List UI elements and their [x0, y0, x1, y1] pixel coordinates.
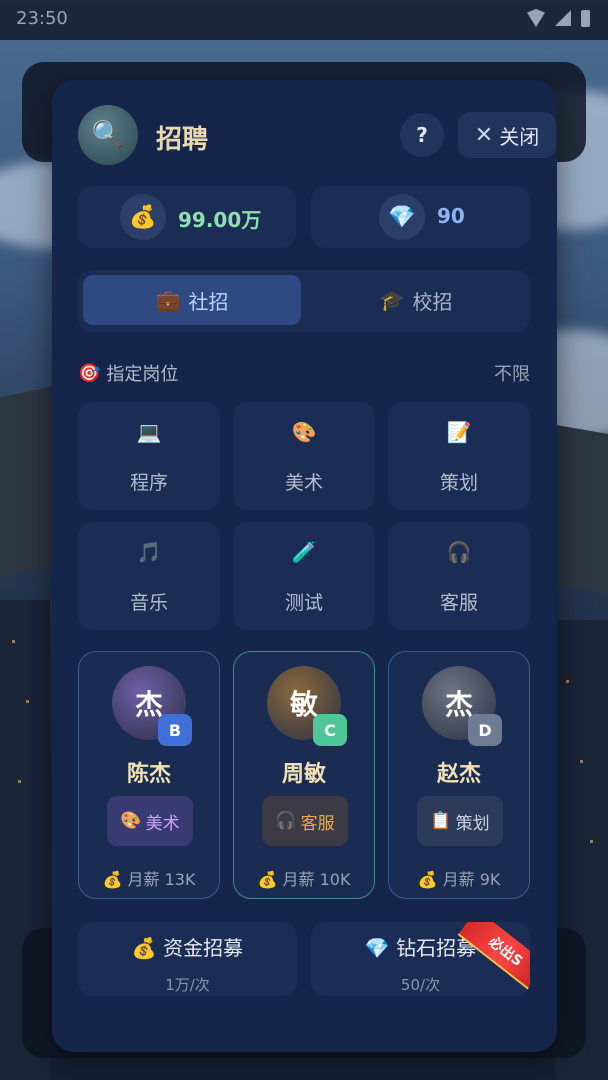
- candidate-name: 赵杰: [436, 762, 481, 787]
- dialog-header: 🔍 招聘 ? ✕ 关闭: [78, 105, 556, 165]
- job-support[interactable]: 🎧 客服: [388, 522, 530, 630]
- tab-social[interactable]: 💼 社招: [83, 275, 301, 325]
- laptop-icon: 💻: [136, 420, 162, 444]
- dialog-title: 招聘: [156, 125, 209, 155]
- money-recruit-button[interactable]: 💰 资金招募 1万/次: [78, 922, 297, 996]
- close-label: 关闭: [499, 124, 540, 149]
- diamond-balance: 💎 90: [311, 186, 530, 248]
- headphones-icon: 🎧: [446, 540, 472, 564]
- grade-badge: D: [468, 714, 502, 746]
- close-icon: ✕: [474, 122, 494, 148]
- job-label: 客服: [439, 592, 478, 614]
- grade-badge: B: [158, 714, 192, 746]
- skill-badge: 🎧 客服: [262, 796, 348, 846]
- candidate-name: 陈杰: [126, 762, 171, 787]
- candidate-card[interactable]: 敏 C 周敏 🎧 客服 💰 月薪 10K: [233, 651, 375, 899]
- test-tube-icon: 🧪: [291, 540, 317, 564]
- target-icon: 🎯: [78, 362, 101, 384]
- battery-icon: [581, 9, 590, 27]
- skill-label: 客服: [300, 813, 335, 834]
- salary-text: 💰 月薪 13K: [102, 870, 196, 889]
- briefcase-icon: 💼: [155, 288, 181, 312]
- job-label: 音乐: [129, 592, 168, 614]
- signal-icon: [555, 10, 571, 26]
- clipboard-icon: 📋: [430, 811, 452, 831]
- position-filter-unlimited[interactable]: 不限: [494, 360, 530, 386]
- grade-badge: C: [313, 714, 347, 746]
- music-note-icon: 🎵: [136, 540, 162, 564]
- palette-icon: 🎨: [120, 811, 142, 831]
- job-testing[interactable]: 🧪 测试: [233, 522, 375, 630]
- section-title: 指定岗位: [106, 364, 179, 385]
- recruit-tabs: 💼 社招 🎓 校招: [78, 270, 530, 332]
- job-label: 程序: [129, 472, 168, 494]
- skill-badge: 📋 策划: [417, 796, 503, 846]
- recruit-cost: 1万/次: [165, 976, 210, 994]
- candidate-name: 周敏: [281, 762, 326, 787]
- search-icon: 🔍: [78, 105, 138, 165]
- headphones-icon: 🎧: [275, 811, 297, 831]
- diamond-recruit-button[interactable]: 💎 钻石招募 50/次 必出S: [311, 922, 530, 996]
- salary-text: 💰 月薪 10K: [257, 870, 351, 889]
- salary-text: 💰 月薪 9K: [417, 870, 501, 889]
- job-music[interactable]: 🎵 音乐: [78, 522, 220, 630]
- position-section-header: 🎯 指定岗位 不限: [78, 360, 530, 386]
- tab-label: 校招: [412, 289, 453, 314]
- memo-icon: 📝: [446, 420, 472, 444]
- job-program[interactable]: 💻 程序: [78, 402, 220, 510]
- graduation-cap-icon: 🎓: [379, 288, 405, 312]
- skill-badge: 🎨 美术: [107, 796, 193, 846]
- diamond-value: 90: [437, 204, 465, 228]
- candidate-card[interactable]: 杰 B 陈杰 🎨 美术 💰 月薪 13K: [78, 651, 220, 899]
- job-label: 测试: [284, 592, 323, 614]
- skill-label: 策划: [455, 813, 490, 834]
- job-label: 策划: [439, 472, 478, 494]
- recruit-cost: 50/次: [400, 976, 441, 994]
- money-bag-icon: 💰: [120, 194, 166, 240]
- tab-campus[interactable]: 🎓 校招: [307, 275, 525, 325]
- job-label: 美术: [284, 472, 323, 494]
- close-button[interactable]: ✕ 关闭: [458, 112, 556, 158]
- recruit-title: 💰 资金招募: [131, 936, 244, 960]
- money-value: 99.00万: [178, 208, 262, 232]
- recruit-dialog: 🔍 招聘 ? ✕ 关闭 💰 99.00万 💎 90 💼 社招 🎓 校招 🎯 指定…: [52, 80, 557, 1052]
- status-time: 23:50: [16, 8, 68, 29]
- job-planning[interactable]: 📝 策划: [388, 402, 530, 510]
- job-art[interactable]: 🎨 美术: [233, 402, 375, 510]
- candidate-card[interactable]: 杰 D 赵杰 📋 策划 💰 月薪 9K: [388, 651, 530, 899]
- skill-label: 美术: [145, 813, 180, 834]
- palette-icon: 🎨: [291, 420, 317, 444]
- wifi-icon: [527, 9, 545, 27]
- tab-label: 社招: [188, 289, 229, 314]
- help-button[interactable]: ?: [400, 113, 444, 157]
- money-balance: 💰 99.00万: [78, 186, 296, 248]
- diamond-icon: 💎: [379, 194, 425, 240]
- status-bar: 23:50: [0, 0, 608, 40]
